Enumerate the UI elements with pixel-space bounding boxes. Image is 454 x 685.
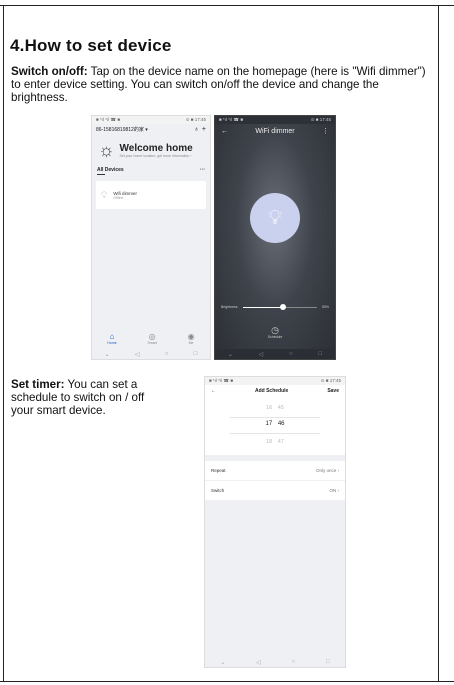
status-bar: ■ *ıl *ıl ☎ ■ ⊙ ■ 17:45: [215, 116, 335, 124]
power-toggle[interactable]: 💡︎: [250, 193, 300, 243]
account-selector[interactable]: 86-15816819812的家 ▾: [96, 126, 148, 133]
status-bar: ■ *ıl *ıl ☎ ■ ⊙ ■ 17:45: [92, 116, 210, 124]
sun-icon: ☼: [98, 140, 115, 160]
tab-underline: [97, 174, 105, 175]
switch-label: Switch on/off:: [11, 65, 88, 78]
section-heading: 4.How to set device: [10, 36, 172, 55]
more-icon[interactable]: ···: [200, 167, 205, 173]
device-status: Offline: [113, 195, 124, 200]
collapse-icon[interactable]: ⌄: [228, 351, 233, 358]
android-nav-bar: ⌄ ◁ ○ □: [205, 657, 345, 667]
home-screen-screenshot: ■ *ıl *ıl ☎ ■ ⊙ ■ 17:45 86-15816819812的家…: [91, 115, 211, 360]
all-devices-tab[interactable]: All Devices: [97, 167, 124, 173]
brightness-value: 50%: [321, 305, 329, 309]
home-header: 86-15816819812的家 ▾ ♁ +: [92, 124, 210, 135]
status-left: ■ *ıl *ıl ☎ ■: [96, 117, 121, 122]
tab-me-label: Me: [188, 341, 194, 345]
frame-top-border: [0, 5, 454, 6]
timer-paragraph: Set timer: You can set a schedule to swi…: [11, 378, 151, 417]
back-icon[interactable]: ◁: [135, 351, 140, 358]
tab-smart-label: Smart: [147, 341, 157, 345]
android-nav-bar: ⌄ ◁ ○ □: [92, 349, 210, 359]
welcome-banner: ☼ Welcome home Set your home location, g…: [92, 135, 210, 163]
switch-paragraph: Switch on/off: Tap on the device name on…: [11, 65, 426, 104]
profile-icon: ◉: [187, 332, 195, 341]
square-recent-icon[interactable]: □: [326, 659, 330, 665]
welcome-subtitle[interactable]: Set your home location, get more informa…: [120, 154, 193, 158]
tab-smart[interactable]: ◎ Smart: [147, 332, 156, 345]
time-option-above[interactable]: 16 45: [205, 405, 345, 411]
welcome-title: Welcome home: [119, 142, 193, 154]
circle-home-icon[interactable]: ○: [165, 351, 169, 357]
status-right: ⊙ ■ 17:45: [185, 117, 206, 122]
bell-icon[interactable]: ♁: [194, 126, 199, 133]
brightness-row: Brightness 50%: [221, 303, 329, 310]
status-bar: ■ *ıl *ıl ☎ ■ ⊙ ■ 17:45: [205, 377, 345, 385]
frame-left-border: [3, 5, 4, 681]
switch-setting-value: ON ›: [329, 488, 340, 493]
back-arrow-icon[interactable]: ←: [221, 128, 228, 135]
picker-line-top: [230, 417, 320, 418]
tab-home-label: Home: [107, 341, 117, 345]
circle-home-icon[interactable]: ○: [292, 659, 296, 665]
schedule-header: ← Add Schedule Save: [205, 385, 345, 397]
slider-knob[interactable]: [280, 303, 287, 310]
smart-icon: ◎: [148, 332, 156, 341]
dimmer-screen-screenshot: ■ *ıl *ıl ☎ ■ ⊙ ■ 17:45 ← WiFi dimmer ⋮ …: [214, 115, 336, 360]
picker-line-bottom: [230, 433, 320, 434]
repeat-row[interactable]: Repeat Only once ›: [205, 461, 345, 481]
device-name: Wifi dimmer: [113, 190, 138, 196]
dimmer-title: WiFi dimmer: [255, 127, 295, 135]
bottom-tab-bar: ⌂ Home ◎ Smart ◉ Me: [92, 332, 210, 345]
tab-me[interactable]: ◉ Me: [188, 332, 195, 345]
lightbulb-icon: 💡︎: [268, 206, 282, 229]
dimmer-header: ← WiFi dimmer ⋮: [215, 124, 335, 138]
collapse-icon[interactable]: ⌄: [220, 659, 225, 666]
slider-fill: [242, 306, 284, 308]
all-devices-header: All Devices ···: [92, 163, 210, 174]
header-actions: ♁ +: [194, 126, 206, 133]
schedule-title: Add Schedule: [254, 388, 289, 394]
bulb-icon: 💡︎: [101, 189, 108, 200]
switch-row[interactable]: Switch ON ›: [205, 481, 345, 501]
device-card[interactable]: 💡︎ Wifi dimmer Offline: [96, 181, 206, 209]
time-picker[interactable]: 16 45 17 46 18 47: [205, 397, 345, 455]
repeat-label: Repeat: [211, 468, 226, 473]
frame-bottom-border: [0, 681, 454, 682]
square-recent-icon[interactable]: □: [318, 351, 322, 357]
android-nav-bar: ⌄ ◁ ○ □: [215, 349, 335, 359]
more-vertical-icon[interactable]: ⋮: [322, 127, 329, 135]
clock-icon: ◷: [271, 325, 279, 335]
switch-setting-label: Switch: [211, 488, 225, 493]
status-left: ■ *ıl *ıl ☎ ■: [219, 117, 244, 122]
frame-right-border: [438, 5, 439, 681]
back-arrow-icon[interactable]: ←: [211, 388, 216, 394]
square-recent-icon[interactable]: □: [194, 351, 198, 357]
circle-home-icon[interactable]: ○: [289, 351, 293, 357]
status-right: ⊙ ■ 17:45: [310, 117, 331, 122]
collapse-icon[interactable]: ⌄: [105, 351, 110, 358]
back-icon[interactable]: ◁: [259, 351, 264, 358]
repeat-value: Only once ›: [315, 468, 339, 473]
time-option-below[interactable]: 18 47: [205, 439, 345, 445]
brightness-slider[interactable]: [242, 303, 317, 310]
add-icon[interactable]: +: [202, 126, 206, 133]
save-button[interactable]: Save: [327, 388, 339, 394]
timer-label: Set timer:: [11, 378, 65, 391]
back-icon[interactable]: ◁: [256, 659, 261, 666]
time-option-selected[interactable]: 17 46: [205, 421, 345, 427]
status-left: ■ *ıl *ıl ☎ ■: [209, 378, 234, 383]
home-icon: ⌂: [109, 332, 115, 341]
schedule-label: Schedule: [267, 335, 283, 339]
schedule-button[interactable]: ◷ Schedule: [215, 325, 335, 339]
status-right: ⊙ ■ 17:45: [320, 378, 341, 383]
schedule-screen-screenshot: ■ *ıl *ıl ☎ ■ ⊙ ■ 17:45 ← Add Schedule S…: [204, 376, 346, 668]
tab-home[interactable]: ⌂ Home: [107, 332, 116, 345]
brightness-label: Brightness: [221, 305, 238, 309]
